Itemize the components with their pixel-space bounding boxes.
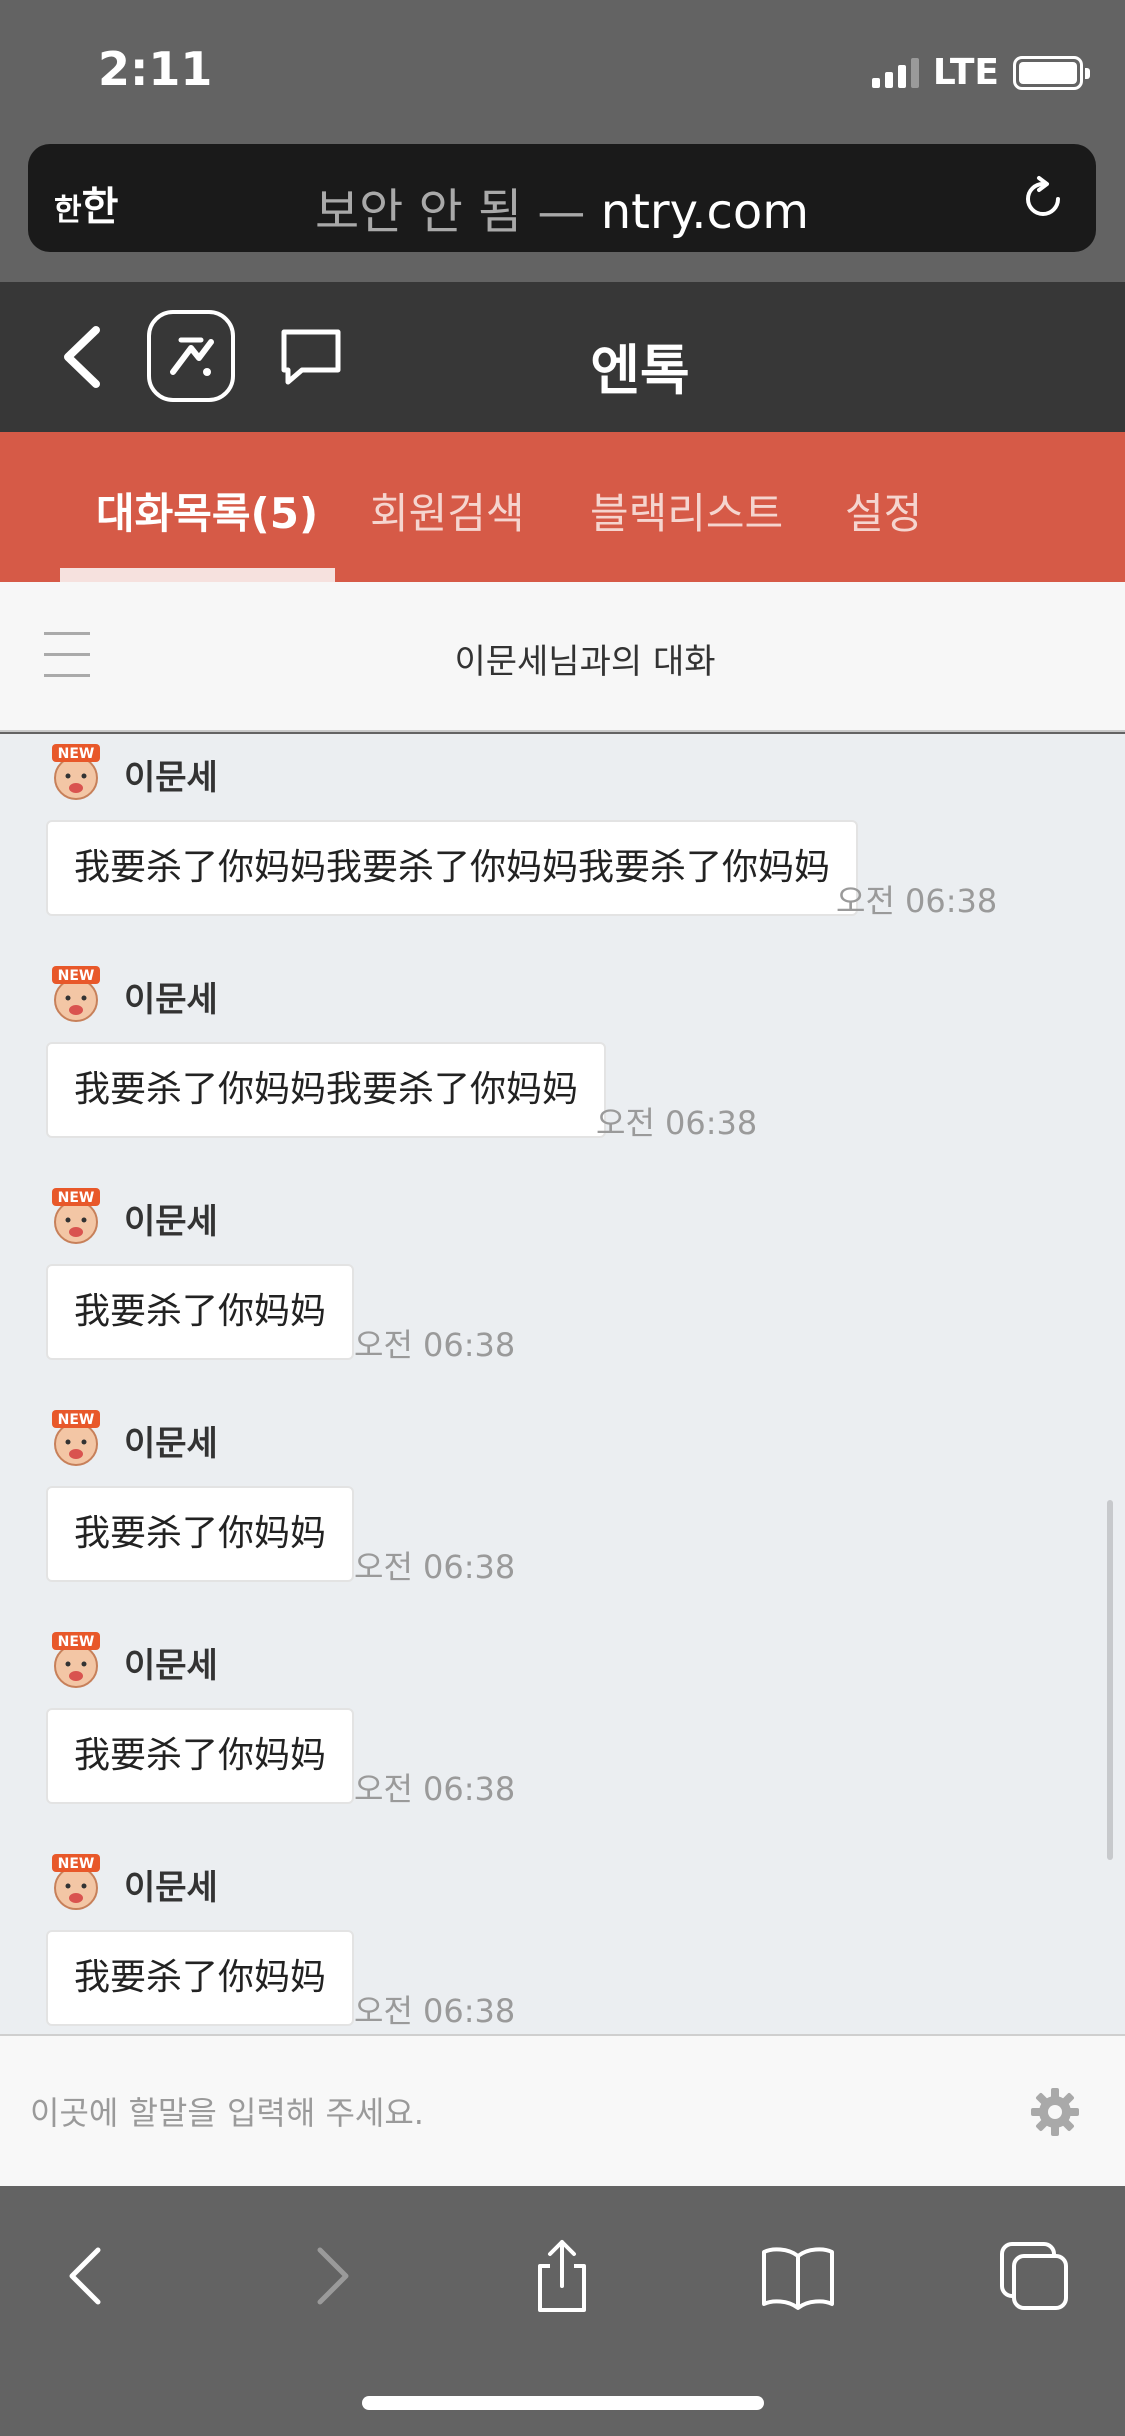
message-bubble[interactable]: 我要杀了你妈妈 — [46, 1486, 355, 1582]
message-item: NEW 이문세 我要杀了你妈妈 오전 06:38 — [0, 1622, 1125, 1844]
url-domain: ntry.com — [600, 184, 809, 240]
message-time: 오전 06:38 — [836, 882, 998, 920]
conversation-title: 이문세님과의 대화 — [454, 642, 716, 682]
new-member-avatar-icon[interactable]: NEW — [46, 1630, 106, 1690]
svg-text:NEW: NEW — [58, 1412, 95, 1428]
browser-forward-icon[interactable] — [290, 2236, 370, 2316]
app-title: 엔톡 — [590, 339, 690, 402]
message-bubble[interactable]: 我要杀了你妈妈 — [46, 1708, 355, 1804]
message-time: 오전 06:38 — [354, 1770, 516, 1808]
sender-name: 이문세 — [124, 980, 218, 1020]
message-item: NEW 이문세 我要杀了你妈妈我要杀了你妈妈 오전 06:38 — [0, 956, 1125, 1178]
message-bubble[interactable]: 我要杀了你妈妈我要杀了你妈妈 — [46, 1042, 607, 1138]
status-indicators: LTE — [871, 52, 1090, 93]
message-time: 오전 06:38 — [354, 1548, 516, 1586]
svg-text:NEW: NEW — [58, 746, 95, 762]
message-item: NEW 이문세 我要杀了你妈妈 오전 06:38 — [0, 1178, 1125, 1400]
tabs-icon[interactable] — [994, 2236, 1074, 2316]
status-bar: 2:11 LTE — [0, 0, 1125, 140]
reload-icon[interactable] — [1018, 174, 1068, 224]
new-member-avatar-icon[interactable]: NEW — [46, 742, 106, 802]
browser-back-icon[interactable] — [48, 2236, 128, 2316]
message-input-bar: 이곳에 할말을 입력해 주세요. — [0, 2034, 1125, 2186]
battery-icon — [1013, 55, 1090, 90]
message-bubble[interactable]: 我要杀了你妈妈 — [46, 1930, 355, 2026]
message-time: 오전 06:38 — [354, 1326, 516, 1364]
message-input[interactable]: 이곳에 할말을 입력해 주세요. — [30, 2088, 424, 2134]
message-item: NEW 이문세 我要杀了你妈妈我要杀了你妈妈我要杀了你妈妈 오전 06:38 — [0, 734, 1125, 956]
active-tab-indicator — [60, 568, 335, 582]
message-bubble[interactable]: 我要杀了你妈妈 — [46, 1264, 355, 1360]
tab-settings[interactable]: 설정 — [845, 480, 922, 541]
message-bubble[interactable]: 我要杀了你妈妈我要杀了你妈妈我要杀了你妈妈 — [46, 820, 859, 916]
new-member-avatar-icon[interactable]: NEW — [46, 1408, 106, 1468]
message-item: NEW 이문세 我要杀了你妈妈 오전 06:38 — [0, 1844, 1125, 2034]
address-bar[interactable]: 한한 보안 안 됨 — ntry.com — [28, 144, 1096, 252]
svg-text:NEW: NEW — [58, 1190, 95, 1206]
sender-name: 이문세 — [124, 1646, 218, 1686]
home-indicator[interactable] — [362, 2396, 764, 2410]
security-label: 보안 안 됨 — [315, 184, 523, 240]
sender-name: 이문세 — [124, 1202, 218, 1242]
svg-text:NEW: NEW — [58, 968, 95, 984]
tab-bar: 대화목록(5) 회원검색 블랙리스트 설정 — [0, 432, 1125, 582]
url-display[interactable]: 보안 안 됨 — ntry.com — [28, 172, 1096, 242]
svg-text:NEW: NEW — [58, 1856, 95, 1872]
tab-blacklist[interactable]: 블랙리스트 — [590, 480, 783, 541]
message-item: NEW 이문세 我要杀了你妈妈 오전 06:38 — [0, 1400, 1125, 1622]
bookmarks-icon[interactable] — [758, 2236, 838, 2316]
app-header: 엔톡 — [0, 282, 1125, 432]
network-label: LTE — [932, 52, 999, 93]
scrollbar[interactable] — [1107, 1500, 1113, 1860]
sender-name: 이문세 — [124, 1424, 218, 1464]
conversation-header: 이문세님과의 대화 — [0, 582, 1125, 732]
share-icon[interactable] — [522, 2236, 602, 2316]
status-time: 2:11 — [98, 42, 213, 96]
signal-icon — [871, 57, 919, 88]
message-list[interactable]: NEW 이문세 我要杀了你妈妈我要杀了你妈妈我要杀了你妈妈 오전 06:38 N… — [0, 734, 1125, 2034]
message-time: 오전 06:38 — [354, 1992, 516, 2030]
tab-member-search[interactable]: 회원검색 — [370, 480, 525, 541]
phone-screen: 2:11 LTE 한한 보안 안 됨 — ntry.com 엔톡 대화목록(5)… — [0, 0, 1125, 2436]
sender-name: 이문세 — [124, 758, 218, 798]
message-time: 오전 06:38 — [596, 1104, 758, 1142]
new-member-avatar-icon[interactable]: NEW — [46, 964, 106, 1024]
sender-name: 이문세 — [124, 1868, 218, 1908]
svg-text:NEW: NEW — [58, 1634, 95, 1650]
new-member-avatar-icon[interactable]: NEW — [46, 1852, 106, 1912]
new-member-avatar-icon[interactable]: NEW — [46, 1186, 106, 1246]
tab-chat-list[interactable]: 대화목록(5) — [96, 480, 318, 541]
gear-icon[interactable] — [1029, 2086, 1081, 2138]
